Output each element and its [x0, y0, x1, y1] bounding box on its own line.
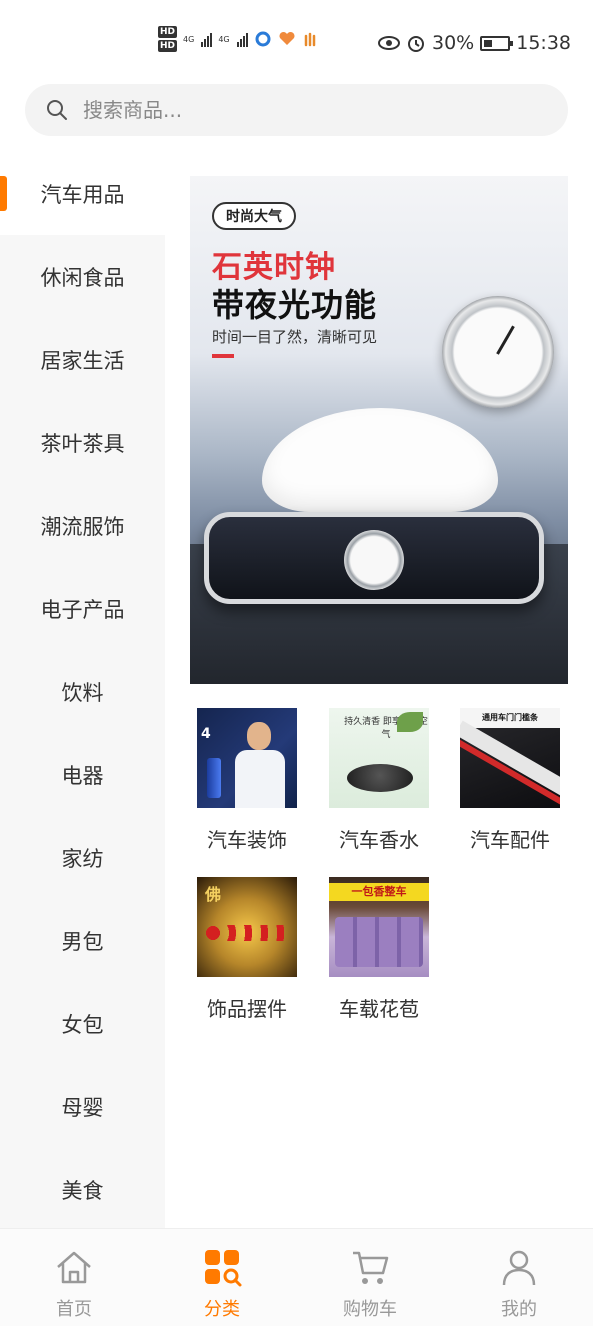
tab-label: 购物车 — [343, 1299, 397, 1320]
banner-subtitle: 时间一目了然，清晰可见 — [212, 328, 378, 346]
category-icon — [205, 1250, 242, 1287]
category-label: 饰品摆件 — [207, 997, 287, 1021]
category-label: 汽车装饰 — [207, 828, 287, 852]
search-icon — [47, 100, 67, 120]
tab-mine[interactable]: 我的 — [445, 1229, 593, 1326]
sidebar-item-home-living[interactable]: 居家生活 — [0, 318, 165, 401]
sidebar-item-tea[interactable]: 茶叶茶具 — [0, 401, 165, 484]
alarm-icon — [408, 36, 424, 52]
hd-badges: HD HD — [158, 26, 178, 52]
promo-banner[interactable]: 时尚大气 石英时钟 带夜光功能 时间一目了然，清晰可见 — [190, 176, 568, 684]
status-bar: HD HD 4G 4G 30% 15:38 — [0, 0, 593, 88]
battery-percent: 30% — [432, 32, 475, 54]
category-ornaments[interactable]: 佛 饰品摆件 — [192, 877, 302, 1022]
category-thumbnail: 4 — [197, 708, 297, 808]
sidebar-item-drinks[interactable]: 饮料 — [0, 650, 165, 733]
health-icon — [279, 31, 295, 45]
category-thumbnail: 通用车门门槛条 — [460, 708, 560, 808]
sidebar-item-appliances[interactable]: 电器 — [0, 733, 165, 816]
cart-icon — [353, 1251, 389, 1284]
sidebar-item-food[interactable]: 美食 — [0, 1148, 165, 1231]
sidebar-item-womens-bags[interactable]: 女包 — [0, 982, 165, 1065]
status-right: 30% 15:38 — [378, 32, 571, 54]
search-bar[interactable] — [25, 84, 568, 136]
sidebar-item-fashion[interactable]: 潮流服饰 — [0, 484, 165, 567]
tab-label: 首页 — [56, 1299, 92, 1320]
thumb-text: 通用车门门槛条 — [460, 708, 560, 728]
signal-icon — [236, 31, 248, 47]
sidebar-item-baby[interactable]: 母婴 — [0, 1065, 165, 1148]
tab-label: 分类 — [204, 1299, 240, 1320]
bottom-tab-bar: 首页 分类 购物车 我的 — [0, 1228, 593, 1326]
banner-accent-bar — [212, 354, 234, 358]
thumb-text: 4 — [201, 726, 211, 742]
banner-tag: 时尚大气 — [212, 202, 296, 230]
signal-label: 4G — [183, 34, 195, 44]
tab-home[interactable]: 首页 — [0, 1229, 148, 1326]
search-input[interactable] — [83, 98, 503, 122]
category-car-perfume[interactable]: 持久清香 即享清新空气 汽车香水 — [324, 708, 434, 853]
category-thumbnail: 佛 — [197, 877, 297, 977]
user-icon — [502, 1250, 536, 1286]
category-sidebar: 汽车用品 休闲食品 居家生活 茶叶茶具 潮流服饰 电子产品 饮料 电器 家纺 男… — [0, 152, 165, 1228]
category-label: 汽车香水 — [339, 828, 419, 852]
battery-icon — [480, 35, 514, 51]
category-car-flower-bags[interactable]: 一包香整车 车载花苞 — [324, 877, 434, 1022]
tab-cart[interactable]: 购物车 — [296, 1229, 444, 1326]
category-thumbnail: 一包香整车 — [329, 877, 429, 977]
category-label: 车载花苞 — [339, 997, 419, 1021]
thumb-text: 佛 — [205, 885, 222, 904]
home-icon — [57, 1251, 91, 1284]
category-thumbnail: 持久清香 即享清新空气 — [329, 708, 429, 808]
category-car-parts[interactable]: 通用车门门槛条 汽车配件 — [455, 708, 565, 853]
sidebar-item-snacks[interactable]: 休闲食品 — [0, 235, 165, 318]
signal-label: 4G — [218, 34, 230, 44]
sidebar-item-mens-bags[interactable]: 男包 — [0, 899, 165, 982]
small-clock-image — [344, 530, 404, 590]
hands-icon — [304, 32, 315, 47]
sidebar-item-home-textile[interactable]: 家纺 — [0, 816, 165, 899]
clock-image — [442, 296, 554, 408]
tissue-image — [262, 408, 498, 512]
sidebar-item-car-supplies[interactable]: 汽车用品 — [0, 152, 165, 235]
tab-label: 我的 — [501, 1299, 537, 1320]
tab-category[interactable]: 分类 — [148, 1229, 296, 1326]
hd-badge: HD — [158, 26, 178, 38]
category-car-decoration[interactable]: 4 汽车装饰 — [192, 708, 302, 853]
eye-icon — [378, 36, 400, 50]
sidebar-item-electronics[interactable]: 电子产品 — [0, 567, 165, 650]
thumb-text: 一包香整车 — [329, 883, 429, 901]
app-notification-icon — [255, 31, 271, 47]
hd-badge: HD — [158, 40, 178, 52]
clock-time: 15:38 — [516, 32, 571, 54]
category-label: 汽车配件 — [470, 828, 550, 852]
signal-icon — [201, 31, 213, 47]
banner-title-line2: 带夜光功能 — [212, 286, 378, 324]
status-left: HD HD 4G 4G — [158, 26, 320, 52]
